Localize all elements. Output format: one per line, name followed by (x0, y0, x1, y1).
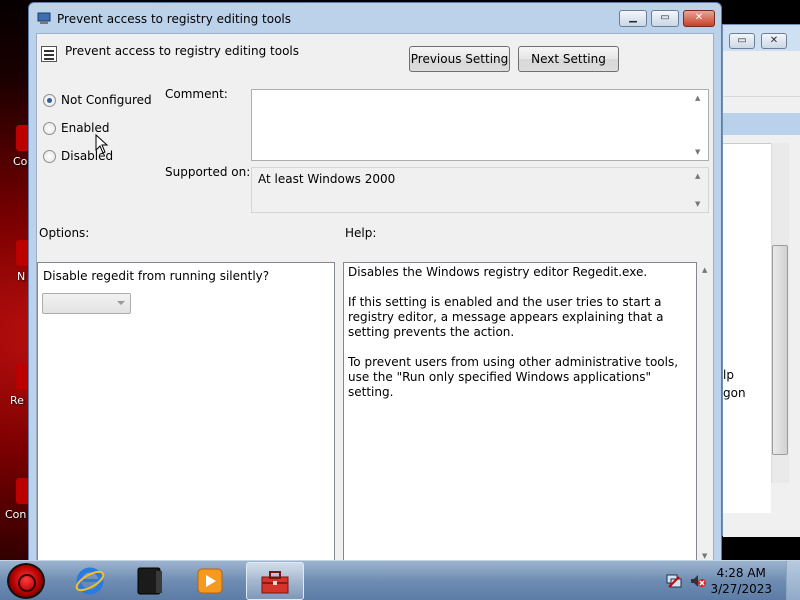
radio-label: Not Configured (61, 93, 152, 107)
help-scrollbar[interactable]: ▲ ▼ (697, 262, 715, 564)
background-window[interactable]: ▭ ✕ lp gon (722, 24, 800, 537)
minimize-icon: ▁ (629, 12, 637, 23)
internet-explorer-icon[interactable] (74, 565, 106, 597)
window-title: Prevent access to registry editing tools (57, 12, 291, 26)
system-clock[interactable]: 4:28 AM 3/27/2023 (710, 565, 772, 597)
active-window-button[interactable] (246, 562, 304, 600)
options-question: Disable regedit from running silently? (43, 269, 270, 283)
background-list[interactable]: lp gon (723, 143, 771, 513)
group-policy-icon (37, 12, 51, 24)
help-panel[interactable]: Disables the Windows registry editor Reg… (343, 262, 697, 564)
comment-scrollbar[interactable]: ▲ ▼ (691, 90, 708, 160)
help-text: Disables the Windows registry editor Reg… (348, 265, 679, 399)
network-icon[interactable] (666, 574, 682, 588)
dialog-client-area: Prevent access to registry editing tools… (36, 33, 715, 564)
supported-on-value: At least Windows 2000 (258, 172, 396, 186)
clock-date: 3/27/2023 (710, 582, 772, 596)
toolbox-icon (261, 571, 289, 594)
background-maximize-button[interactable]: ▭ (729, 33, 755, 49)
background-header-bar (723, 113, 800, 135)
scroll-up-icon[interactable]: ▲ (695, 94, 700, 102)
radio-not-configured[interactable]: Not Configured (43, 92, 152, 108)
policy-setting-icon (41, 46, 57, 62)
media-player-icon[interactable] (194, 565, 226, 597)
scroll-down-icon[interactable]: ▼ (695, 148, 700, 156)
background-close-button[interactable]: ✕ (761, 33, 787, 49)
desktop-icon-label: Re (10, 394, 24, 407)
background-toolbar (723, 51, 800, 97)
start-orb-icon[interactable] (7, 563, 45, 599)
radio-button[interactable] (43, 149, 56, 163)
desktop-icon-label: N (17, 270, 26, 283)
radio-button[interactable] (43, 93, 56, 107)
maximize-icon: ▭ (660, 12, 670, 23)
desktop-icon-label: Co (13, 155, 28, 168)
minimize-button[interactable]: ▁ (619, 10, 647, 27)
help-label: Help: (345, 226, 377, 240)
next-setting-button[interactable]: Next Setting (518, 46, 619, 72)
taskbar: 4:28 AM 3/27/2023 (0, 560, 800, 600)
clock-time: 4:28 AM (716, 566, 766, 580)
scroll-down-icon[interactable]: ▼ (695, 200, 700, 208)
options-panel[interactable]: Disable regedit from running silently? (37, 262, 335, 564)
supported-scrollbar[interactable]: ▲ ▼ (691, 168, 708, 212)
setting-name: Prevent access to registry editing tools (65, 44, 299, 58)
comment-textbox[interactable]: ▲ ▼ (251, 89, 709, 161)
media-center-icon[interactable] (134, 565, 166, 597)
comment-label: Comment: (165, 87, 228, 101)
options-label: Options: (39, 226, 90, 240)
radio-button[interactable] (43, 121, 56, 135)
chevron-down-icon (117, 301, 125, 305)
scroll-up-icon[interactable]: ▲ (695, 172, 700, 180)
supported-on-box: At least Windows 2000 ▲ ▼ (251, 167, 709, 213)
close-button[interactable]: ✕ (683, 10, 715, 27)
maximize-button[interactable]: ▭ (651, 10, 679, 27)
title-bar[interactable]: Prevent access to registry editing tools… (29, 3, 721, 33)
scroll-down-icon[interactable]: ▼ (702, 552, 707, 560)
policy-setting-dialog[interactable]: Prevent access to registry editing tools… (28, 2, 722, 564)
radio-label: Enabled (61, 121, 110, 135)
supported-on-label: Supported on: (165, 165, 251, 179)
volume-muted-icon[interactable] (690, 574, 706, 588)
silent-regedit-dropdown[interactable] (42, 293, 131, 314)
close-icon: ✕ (694, 12, 704, 23)
background-text: lp (723, 368, 734, 382)
show-desktop-button[interactable] (786, 561, 800, 600)
previous-setting-button[interactable]: Previous Setting (409, 46, 510, 72)
scroll-up-icon[interactable]: ▲ (702, 266, 707, 274)
mouse-cursor-icon (95, 134, 109, 154)
desktop-icon-label: Con (5, 508, 27, 521)
background-text: gon (723, 386, 746, 400)
background-scroll-thumb[interactable] (772, 245, 788, 455)
